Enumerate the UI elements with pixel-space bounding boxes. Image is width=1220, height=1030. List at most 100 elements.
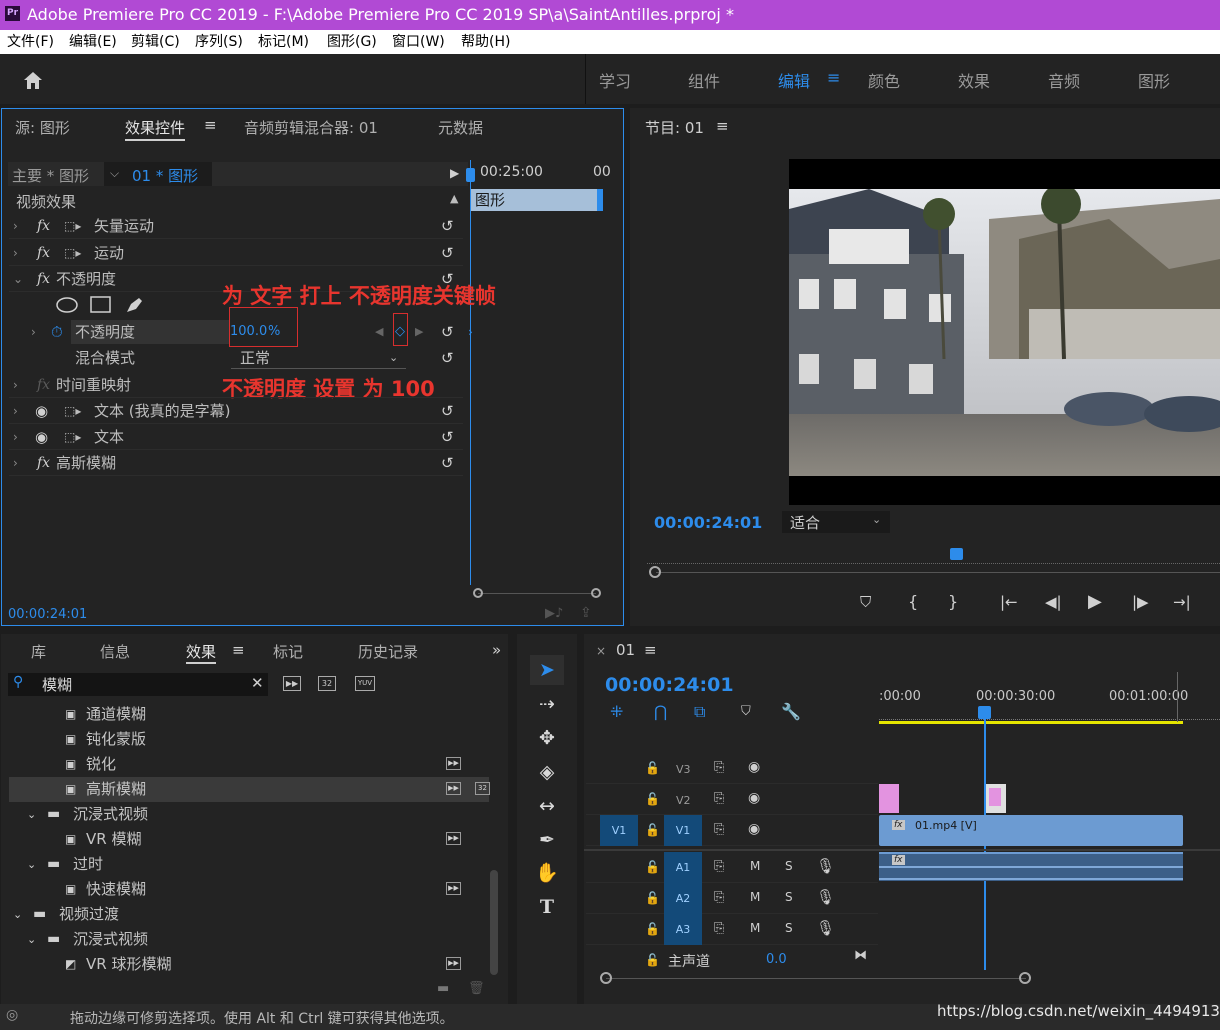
tab-effect-controls[interactable]: 效果控件 <box>125 117 186 141</box>
track-target-a1[interactable]: A1 <box>664 852 702 883</box>
go-to-end-icon[interactable]: ⧓ <box>854 948 867 963</box>
eye-icon[interactable]: ◉ <box>748 790 760 806</box>
selection-tool-icon[interactable]: ➤ <box>530 655 564 685</box>
menu-marker[interactable]: 标记(M) <box>258 30 309 54</box>
linked-selection-icon[interactable]: ⧉ <box>694 702 705 722</box>
next-keyframe-icon[interactable]: ▶ <box>415 319 423 345</box>
wrench-icon[interactable]: 🔧 <box>781 702 801 721</box>
source-patch-v1[interactable]: V1 <box>600 815 638 846</box>
effect-folder[interactable]: ⌄ ▬ 沉浸式视频 <box>9 802 489 827</box>
effect-folder[interactable]: ⌄ ▬ 过时 <box>9 852 489 877</box>
graphic-clip-v2-b[interactable] <box>986 784 1006 813</box>
sync-lock-icon[interactable]: ⎘ <box>714 859 724 874</box>
chevron-down-icon[interactable]: ⌄ <box>27 927 36 952</box>
tab-audio-mixer[interactable]: 音频剪辑混合器: 01 <box>244 117 378 138</box>
timeline-zoom-handle-right[interactable] <box>1019 972 1031 984</box>
tab-effects[interactable]: 效果 <box>186 641 217 664</box>
menu-sequence[interactable]: 序列(S) <box>195 30 243 54</box>
fx-icon[interactable]: fx <box>37 240 50 266</box>
microphone-icon[interactable]: 🎙 <box>816 857 835 875</box>
effect-row-text-1[interactable]: › ◉ ⬚▸ 文本 (我真的是字幕) ↺ <box>9 398 463 424</box>
effect-item-selected[interactable]: ▣ 高斯模糊 ▶▶ 32 <box>9 777 490 802</box>
effect-item[interactable]: ▣ VR 模糊 ▶▶ <box>9 827 489 852</box>
ellipse-mask-icon[interactable] <box>56 297 78 313</box>
blend-mode-row[interactable]: 混合模式 正常 ⌄ ↺ <box>9 345 463 371</box>
lock-icon[interactable]: 🔓 <box>645 891 660 905</box>
workspace-graphics[interactable]: 图形 <box>1138 68 1170 92</box>
step-forward-icon[interactable]: |▶ <box>1132 593 1149 611</box>
timeline-zoom-bar[interactable] <box>606 978 1026 979</box>
add-marker-icon[interactable]: ⛉ <box>860 593 871 611</box>
audio-only-icon[interactable]: ▶♪ <box>545 606 563 621</box>
sync-lock-icon[interactable]: ⎘ <box>714 822 724 837</box>
go-to-out-icon[interactable]: →| <box>1173 593 1191 611</box>
eye-icon[interactable]: ◉ <box>35 424 48 450</box>
lock-icon[interactable]: 🔓 <box>645 922 660 936</box>
timeline-playhead[interactable] <box>978 706 991 719</box>
transform-handle-icon[interactable]: ⬚▸ <box>64 240 81 266</box>
sync-lock-icon[interactable]: ⎘ <box>714 760 724 775</box>
play-triangle-icon[interactable]: ▶ <box>450 166 459 180</box>
fx-icon[interactable]: fx <box>37 266 50 292</box>
track-select-tool-icon[interactable]: ⇢ <box>530 689 564 719</box>
chevron-down-icon[interactable]: ⌄ <box>13 266 23 292</box>
reset-icon[interactable]: ↺ <box>441 213 454 239</box>
master-clip-label[interactable]: 主要 * 图形 <box>12 165 89 186</box>
timeline-ruler-ticks[interactable] <box>879 712 1220 720</box>
tab-metadata[interactable]: 元数据 <box>438 117 483 138</box>
lock-icon[interactable]: 🔓 <box>645 823 660 837</box>
lock-icon[interactable]: 🔓 <box>645 860 660 874</box>
tab-libraries[interactable]: 库 <box>31 641 46 662</box>
mark-in-icon[interactable]: { <box>908 592 918 611</box>
reset-icon[interactable]: ↺ <box>441 240 454 266</box>
effect-folder[interactable]: ⌄ ▬ 沉浸式视频 <box>9 927 489 952</box>
program-ruler[interactable] <box>647 552 1220 564</box>
lock-icon[interactable]: 🔓 <box>645 953 660 967</box>
play-icon[interactable]: ▶ <box>1088 591 1102 612</box>
eye-icon[interactable]: ◉ <box>35 398 48 424</box>
step-back-icon[interactable]: ◀| <box>1045 593 1062 611</box>
stopwatch-icon[interactable]: ⏱ <box>51 319 63 345</box>
chevron-right-icon[interactable]: › <box>31 319 36 345</box>
master-volume-value[interactable]: 0.0 <box>766 952 787 967</box>
blend-mode-select[interactable]: 正常 ⌄ <box>231 347 406 369</box>
program-zoom-handle[interactable] <box>649 566 661 578</box>
fx-icon[interactable]: fx <box>37 213 50 239</box>
graphic-clip-v2-a[interactable] <box>879 784 899 813</box>
program-title[interactable]: 节目: 01 <box>645 117 704 138</box>
work-area-bar[interactable] <box>879 721 1183 724</box>
collapse-up-icon[interactable]: ▲ <box>450 192 458 205</box>
menu-edit[interactable]: 编辑(E) <box>69 30 117 54</box>
mute-button[interactable]: M <box>750 890 760 904</box>
program-playhead[interactable] <box>950 548 963 560</box>
video-clip-v1[interactable]: fx 01.mp4 [V] <box>879 815 1183 846</box>
menu-window[interactable]: 窗口(W) <box>392 30 445 54</box>
workspace-learn[interactable]: 学习 <box>599 68 631 92</box>
export-icon[interactable]: ⇪ <box>580 605 592 621</box>
program-menu-icon[interactable]: ≡ <box>716 117 729 135</box>
transform-handle-icon[interactable]: ⬚▸ <box>64 424 81 450</box>
accelerated-effects-icon[interactable]: ▶▶ <box>283 676 301 691</box>
effects-menu-icon[interactable]: ≡ <box>232 641 245 659</box>
ripple-edit-tool-icon[interactable]: ✥ <box>530 723 564 753</box>
timeline-tab[interactable]: 01 <box>616 641 635 659</box>
mark-out-icon[interactable]: } <box>948 592 958 611</box>
type-tool-icon[interactable]: T <box>530 892 564 922</box>
microphone-icon[interactable]: 🎙 <box>816 919 835 937</box>
eye-icon[interactable]: ◉ <box>748 759 760 775</box>
solo-button[interactable]: S <box>785 921 793 935</box>
ec-clip-bar[interactable]: 图形 <box>471 189 603 211</box>
tab-info[interactable]: 信息 <box>100 641 130 662</box>
go-to-in-icon[interactable]: |← <box>1000 593 1018 611</box>
eye-icon[interactable]: ◉ <box>748 821 760 837</box>
chevron-right-icon[interactable]: › <box>13 424 18 450</box>
razor-tool-icon[interactable]: ◈ <box>530 757 564 787</box>
ec-zoom-bar[interactable] <box>478 593 596 594</box>
effect-row-gaussian-blur[interactable]: › fx 高斯模糊 ↺ <box>9 450 463 476</box>
chevron-right-icon[interactable]: › <box>13 372 18 398</box>
solo-button[interactable]: S <box>785 890 793 904</box>
chevron-right-icon[interactable]: › <box>13 398 18 424</box>
delete-icon[interactable]: 🗑 <box>468 981 485 996</box>
workspace-effects[interactable]: 效果 <box>958 68 990 92</box>
effect-item[interactable]: ▣ 快速模糊 ▶▶ <box>9 877 489 902</box>
